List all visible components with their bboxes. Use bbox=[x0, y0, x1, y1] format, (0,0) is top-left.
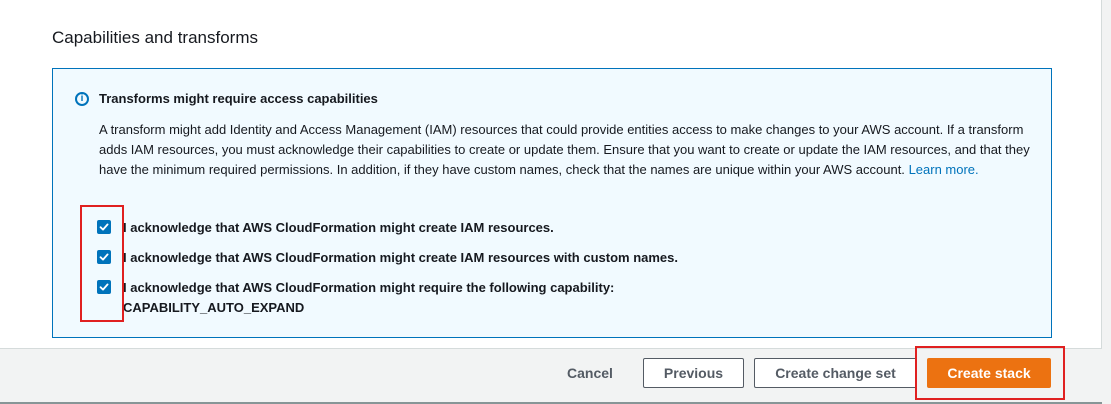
ack-iam-resources-row[interactable]: I acknowledge that AWS CloudFormation mi… bbox=[97, 218, 554, 238]
info-title: Transforms might require access capabili… bbox=[99, 91, 378, 106]
ack-iam-resources-label: I acknowledge that AWS CloudFormation mi… bbox=[123, 220, 554, 235]
info-icon: i bbox=[75, 92, 89, 106]
cancel-button[interactable]: Cancel bbox=[556, 358, 624, 388]
previous-button[interactable]: Previous bbox=[643, 358, 744, 388]
ack-auto-expand-label: I acknowledge that AWS CloudFormation mi… bbox=[123, 278, 614, 318]
info-body: A transform might add Identity and Acces… bbox=[99, 120, 1034, 180]
ack-auto-expand-checkbox[interactable] bbox=[97, 280, 111, 294]
ack-custom-names-row[interactable]: I acknowledge that AWS CloudFormation mi… bbox=[97, 248, 678, 268]
checkmark-icon bbox=[99, 253, 109, 261]
create-change-set-button[interactable]: Create change set bbox=[754, 358, 917, 388]
ack-custom-names-checkbox[interactable] bbox=[97, 250, 111, 264]
learn-more-link[interactable]: Learn more. bbox=[909, 162, 979, 177]
ack-auto-expand-row[interactable]: I acknowledge that AWS CloudFormation mi… bbox=[97, 278, 614, 318]
ack-auto-expand-label-line1: I acknowledge that AWS CloudFormation mi… bbox=[123, 280, 615, 295]
create-stack-button[interactable]: Create stack bbox=[927, 358, 1051, 388]
ack-custom-names-label: I acknowledge that AWS CloudFormation mi… bbox=[123, 250, 679, 265]
info-alert: i Transforms might require access capabi… bbox=[52, 68, 1052, 338]
capabilities-panel: Capabilities and transforms i Transforms… bbox=[0, 0, 1102, 349]
section-title: Capabilities and transforms bbox=[52, 28, 258, 47]
info-body-text: A transform might add Identity and Acces… bbox=[99, 122, 1030, 177]
capability-name: CAPABILITY_AUTO_EXPAND bbox=[123, 300, 305, 315]
checkmark-icon bbox=[99, 223, 109, 231]
checkmark-icon bbox=[99, 283, 109, 291]
ack-iam-resources-checkbox[interactable] bbox=[97, 220, 111, 234]
